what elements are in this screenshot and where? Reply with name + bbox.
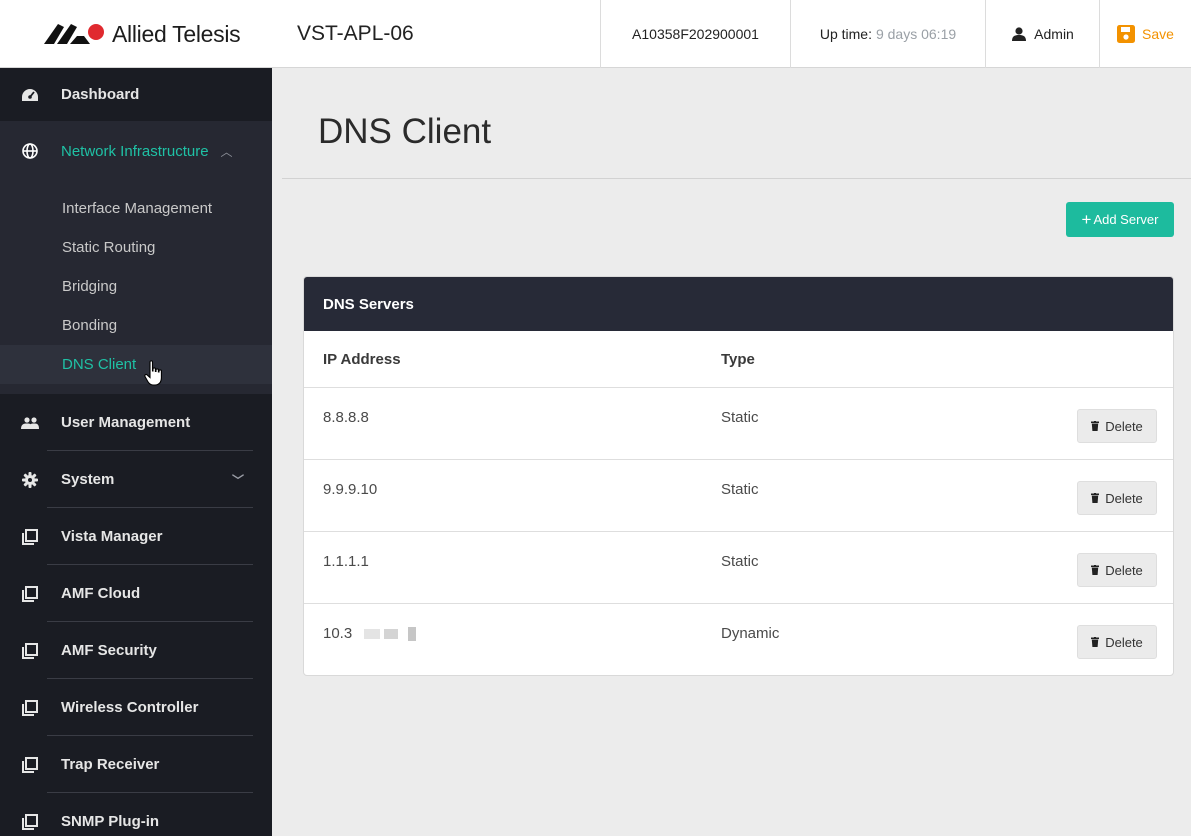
nav-system-label: System [61, 471, 115, 488]
table-row: 8.8.8.8 Static Delete [304, 388, 1173, 460]
sub-item-bonding[interactable]: Bonding [0, 306, 272, 345]
delete-label: Delete [1105, 634, 1143, 650]
title-divider [282, 178, 1191, 179]
delete-label: Delete [1105, 490, 1143, 506]
nav-amf-cloud-label: AMF Cloud [61, 585, 141, 602]
window-icon [20, 584, 40, 604]
dns-servers-card: DNS Servers IP Address Type 8.8.8.8 Stat… [303, 276, 1174, 676]
window-icon [20, 527, 40, 547]
table-row: 10.3 Dynamic Delete [304, 604, 1173, 675]
ip-address-cell: 8.8.8.8 [323, 409, 369, 426]
nav-vista-manager-label: Vista Manager [61, 528, 163, 545]
dashboard-gauge-icon [20, 85, 40, 105]
nav-wireless-controller[interactable]: Wireless Controller [0, 679, 272, 736]
nav-trap-receiver[interactable]: Trap Receiver [0, 736, 272, 793]
chevron-up-icon: ︿ [220, 144, 233, 159]
delete-button[interactable]: Delete [1077, 409, 1157, 443]
allied-telesis-logo-icon [44, 24, 104, 44]
type-cell: Static [721, 553, 759, 570]
redacted-block [364, 629, 381, 640]
user-menu[interactable]: Admin [985, 0, 1099, 68]
delete-button[interactable]: Delete [1077, 481, 1157, 515]
delete-button[interactable]: Delete [1077, 625, 1157, 659]
type-cell: Dynamic [721, 625, 780, 642]
uptime-value: 9 days 06:19 [875, 26, 957, 42]
add-server-button[interactable]: + Add Server [1066, 202, 1174, 237]
nav-user-management[interactable]: User Management [0, 394, 272, 451]
sub-item-interface-management[interactable]: Interface Management [0, 189, 272, 228]
uptime-label: Up time: [819, 26, 872, 42]
redacted-block [408, 627, 417, 642]
ip-address-cell: 9.9.9.10 [323, 481, 378, 498]
column-header-ip-address: IP Address [323, 350, 401, 368]
nav-network-infrastructure-label: Network Infrastructure [61, 142, 209, 160]
device-name: VST-APL-06 [297, 22, 414, 45]
floppy-disk-icon [1117, 25, 1136, 43]
user-name: Admin [1034, 26, 1074, 42]
sidebar: Dashboard Network Infrastructure ︿ Inter… [0, 68, 272, 836]
sub-item-bridging[interactable]: Bridging [0, 267, 272, 306]
trash-icon [1091, 637, 1100, 647]
trash-icon [1091, 565, 1100, 575]
nav-amf-cloud[interactable]: AMF Cloud [0, 565, 272, 622]
nav-dashboard[interactable]: Dashboard [0, 68, 272, 121]
nav-network-infrastructure[interactable]: Network Infrastructure ︿ [0, 121, 272, 181]
uptime: Up time: 9 days 06:19 [790, 0, 985, 68]
dns-servers-card-title: DNS Servers [304, 277, 1173, 331]
brand-logo: Allied Telesis [0, 0, 272, 68]
user-icon [1011, 27, 1027, 41]
users-icon [20, 413, 40, 433]
nav-amf-security-label: AMF Security [61, 642, 157, 659]
table-row: 9.9.9.10 Static Delete [304, 460, 1173, 532]
trash-icon [1091, 421, 1100, 431]
nav-vista-manager[interactable]: Vista Manager [0, 508, 272, 565]
chevron-down-icon: ﹀ [231, 473, 244, 487]
sub-item-static-routing[interactable]: Static Routing [0, 228, 272, 267]
type-cell: Static [721, 409, 759, 426]
nav-amf-security[interactable]: AMF Security [0, 622, 272, 679]
serial-number-text: A10358F202900001 [632, 26, 759, 42]
nav-user-management-label: User Management [61, 414, 191, 431]
page-title: DNS Client [318, 112, 492, 151]
delete-label: Delete [1105, 562, 1143, 578]
hand-pointer-cursor-icon [144, 360, 164, 391]
column-header-type: Type [721, 350, 755, 368]
nav-snmp-plug-in-label: SNMP Plug-in [61, 813, 160, 830]
trash-icon [1091, 493, 1100, 503]
brand-name: Allied Telesis [112, 20, 241, 47]
globe-icon [20, 141, 40, 161]
window-icon [20, 755, 40, 775]
window-icon [20, 641, 40, 661]
table-header: IP Address Type [304, 331, 1173, 388]
gear-icon [20, 470, 40, 490]
ip-address-visible-part: 10.3 [323, 625, 353, 642]
network-infrastructure-submenu: Interface Management Static Routing Brid… [0, 181, 272, 394]
sub-item-dns-client[interactable]: DNS Client [0, 345, 272, 384]
serial-number: A10358F202900001 [600, 0, 790, 68]
delete-label: Delete [1105, 418, 1143, 434]
top-bar: Allied Telesis VST-APL-06 A10358F2029000… [0, 0, 1191, 68]
table-row: 1.1.1.1 Static Delete [304, 532, 1173, 604]
main-content: DNS Client + Add Server DNS Servers IP A… [272, 68, 1191, 836]
nav-snmp-plug-in[interactable]: SNMP Plug-in [0, 793, 272, 836]
add-server-label: Add Server [1093, 212, 1159, 227]
nav-system[interactable]: System ﹀ [0, 451, 272, 508]
nav-dashboard-label: Dashboard [61, 86, 140, 103]
save-button[interactable]: Save [1099, 0, 1191, 68]
ip-address-cell: 10.3 [323, 625, 417, 642]
window-icon [20, 812, 40, 832]
ip-address-cell: 1.1.1.1 [323, 553, 369, 570]
plus-icon: + [1081, 210, 1092, 229]
delete-button[interactable]: Delete [1077, 553, 1157, 587]
nav-trap-receiver-label: Trap Receiver [61, 756, 160, 773]
nav-wireless-controller-label: Wireless Controller [61, 699, 199, 716]
save-label: Save [1142, 26, 1174, 42]
window-icon [20, 698, 40, 718]
type-cell: Static [721, 481, 759, 498]
redacted-block [384, 629, 399, 640]
